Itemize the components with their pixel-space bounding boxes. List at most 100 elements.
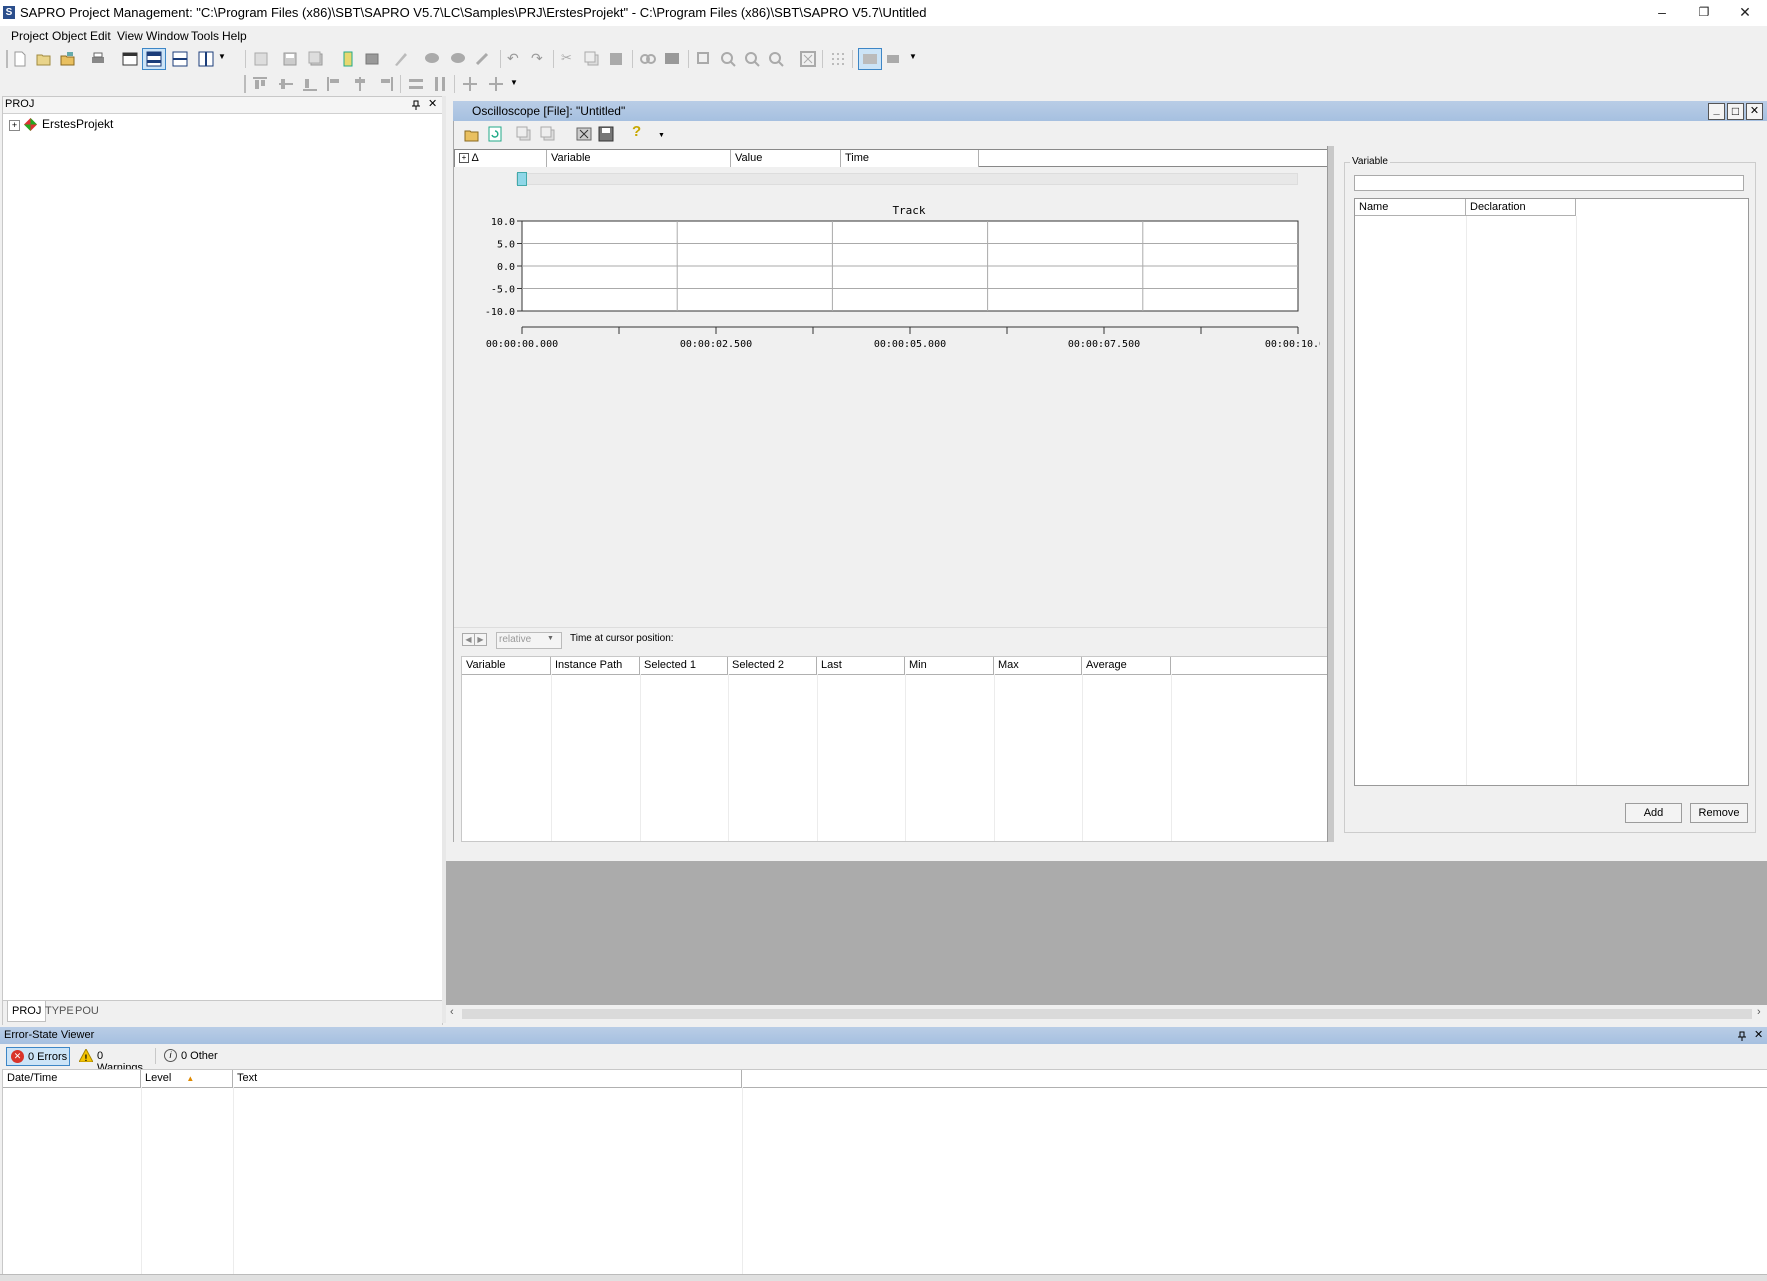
col-average[interactable]: Average [1082, 657, 1171, 674]
col-instance-path[interactable]: Instance Path [551, 657, 640, 674]
menu-project[interactable]: Project [11, 29, 48, 43]
col-level[interactable]: Level ▲ [141, 1070, 233, 1087]
menu-view[interactable]: View [117, 29, 143, 43]
fullscreen-icon[interactable] [800, 51, 816, 67]
align-center-icon[interactable] [352, 76, 368, 92]
comment2-icon[interactable] [450, 51, 466, 67]
spacing2-icon[interactable] [488, 76, 504, 92]
new-file-icon[interactable] [12, 51, 28, 67]
scroll-thumb[interactable] [462, 1009, 1752, 1019]
close-button[interactable]: ✕ [1723, 0, 1767, 26]
layout-active-button[interactable] [142, 48, 166, 70]
time-cursor-handle[interactable] [517, 172, 527, 186]
align-right-icon[interactable] [378, 76, 394, 92]
dropdown-arrow-icon[interactable]: ▼ [510, 78, 518, 87]
cut-icon[interactable]: ✂ [561, 50, 572, 66]
osc-help-icon[interactable]: ? [632, 123, 641, 140]
stop-icon[interactable] [364, 51, 380, 67]
osc-save-icon[interactable] [598, 126, 614, 142]
build-icon[interactable] [340, 51, 356, 67]
align-left-icon[interactable] [326, 76, 342, 92]
time-scroll-strip[interactable] [516, 173, 1298, 185]
scroll-left-icon[interactable]: ‹ [450, 1006, 454, 1018]
grid-icon[interactable] [830, 51, 846, 67]
open-icon[interactable] [36, 51, 52, 67]
panel-close-icon[interactable]: ✕ [428, 97, 437, 110]
col-selected-1[interactable]: Selected 1 [640, 657, 728, 674]
col-datetime[interactable]: Date/Time [3, 1070, 141, 1087]
redo-icon[interactable]: ↷ [531, 50, 543, 67]
osc-minimize-button[interactable]: _ [1708, 103, 1725, 120]
remove-button[interactable]: Remove [1690, 803, 1748, 823]
draw-icon[interactable] [393, 51, 409, 67]
undo-icon[interactable]: ↶ [507, 50, 519, 67]
col-variable[interactable]: Variable [462, 657, 551, 674]
cursor-next-icon[interactable]: ▶ [474, 633, 487, 646]
copy-icon[interactable] [584, 51, 600, 67]
tree-expander-icon[interactable]: + [9, 120, 20, 131]
menu-edit[interactable]: Edit [90, 29, 111, 43]
minimize-button[interactable]: – [1640, 0, 1684, 26]
col-text[interactable]: Text [233, 1070, 742, 1087]
col-selected-2[interactable]: Selected 2 [728, 657, 817, 674]
other-filter-button[interactable]: i 0 Other [162, 1047, 224, 1066]
menu-help[interactable]: Help [222, 29, 247, 43]
col-expand[interactable]: + Δ [455, 150, 547, 167]
errors-filter-button[interactable]: ✕ 0 Errors [6, 1047, 70, 1066]
distribute-h-icon[interactable] [408, 76, 424, 92]
dropdown-arrow-icon[interactable]: ▼ [909, 52, 917, 61]
menu-tools[interactable]: Tools [191, 29, 219, 43]
scroll-right-icon[interactable]: › [1757, 1006, 1761, 1018]
spacing-icon[interactable] [462, 76, 478, 92]
save-all-icon[interactable] [308, 51, 324, 67]
pin-icon[interactable] [1737, 1031, 1747, 1041]
tab-pou[interactable]: POU [75, 1005, 99, 1017]
dropdown-arrow-icon[interactable]: ▼ [218, 52, 226, 61]
col-value[interactable]: Value [731, 150, 841, 167]
warnings-filter-button[interactable]: ! 0 Warnings [77, 1047, 152, 1074]
osc-maximize-button[interactable]: □ [1727, 103, 1744, 120]
col-max[interactable]: Max [994, 657, 1082, 674]
split-vertical-icon[interactable] [198, 51, 214, 67]
paste2-icon[interactable] [608, 51, 624, 67]
osc-refresh-icon[interactable] [487, 126, 503, 142]
pin-icon[interactable] [411, 100, 421, 110]
col-variable[interactable]: Variable [547, 150, 731, 167]
distribute-v-icon[interactable] [432, 76, 448, 92]
split-horizontal-icon[interactable] [172, 51, 188, 67]
zoom-out-icon[interactable] [744, 51, 760, 67]
col-declaration[interactable]: Declaration [1466, 199, 1576, 216]
restore-button[interactable]: ❐ [1682, 0, 1726, 26]
paste-icon[interactable] [253, 51, 269, 67]
print-icon[interactable] [90, 51, 106, 67]
tab-type[interactable]: TYPE [45, 1005, 74, 1017]
zoom-fit-icon[interactable] [768, 51, 784, 67]
panel-close-icon[interactable]: ✕ [1754, 1028, 1763, 1041]
osc-copy-icon[interactable] [516, 126, 532, 142]
comment-icon[interactable] [424, 51, 440, 67]
osc-paste-icon[interactable] [540, 126, 556, 142]
menu-window[interactable]: Window [146, 29, 189, 43]
monitor-icon[interactable] [664, 51, 680, 67]
save-icon[interactable] [282, 51, 298, 67]
settings-icon[interactable] [886, 51, 902, 67]
cursor-mode-select[interactable]: relative ▼ [496, 632, 562, 649]
osc-open-icon[interactable] [464, 127, 480, 143]
horizontal-scrollbar[interactable]: ‹ › [446, 1005, 1767, 1023]
align-top-icon[interactable] [252, 76, 268, 92]
osc-clear-icon[interactable] [576, 126, 592, 142]
tab-proj[interactable]: PROJ [7, 1001, 47, 1022]
view-active-button[interactable] [858, 48, 882, 70]
variable-search-input[interactable] [1354, 175, 1744, 191]
open-project-icon[interactable] [60, 51, 76, 67]
zoom-icon[interactable] [696, 51, 712, 67]
align-bottom-icon[interactable] [302, 76, 318, 92]
window-icon[interactable] [122, 51, 138, 67]
oscilloscope-chart[interactable]: Track 10.0 5.0 0.0 -5.0 -10.0 00:00:00.000 00… [462, 204, 1320, 354]
col-min[interactable]: Min [905, 657, 994, 674]
col-time[interactable]: Time [841, 150, 979, 167]
tree-item-project[interactable]: ErstesProjekt [42, 117, 113, 131]
col-last[interactable]: Last [817, 657, 905, 674]
add-button[interactable]: Add [1625, 803, 1682, 823]
align-middle-icon[interactable] [278, 76, 294, 92]
